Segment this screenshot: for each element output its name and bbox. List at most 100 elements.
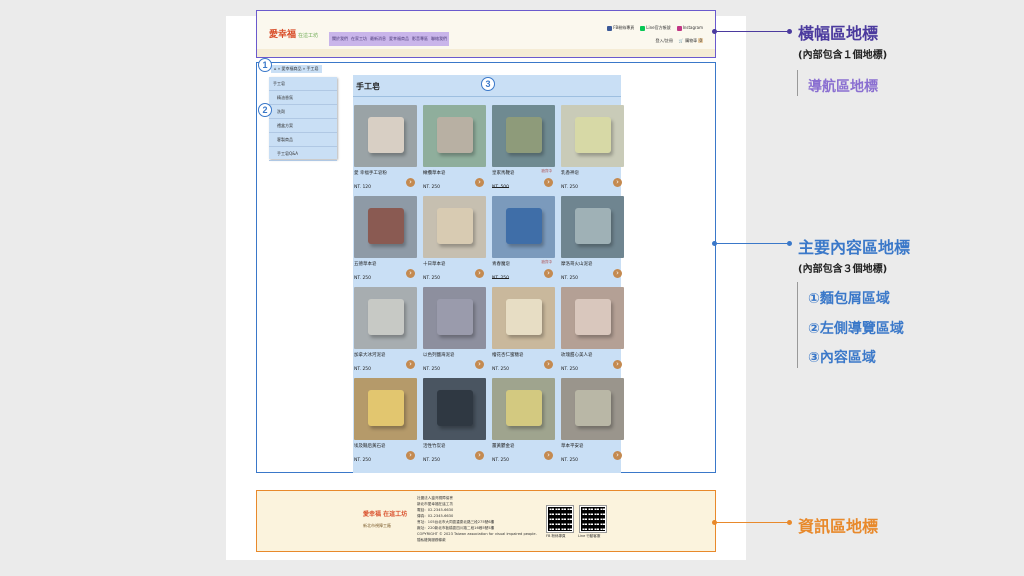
footer-logo-secondary: 新北市視障工廠: [363, 523, 391, 528]
product-card[interactable]: 草本平安皂 NT. 250 ›: [561, 378, 624, 468]
product-card[interactable]: 乳香神皂 NT. 250 ›: [561, 105, 624, 195]
add-to-cart-icon[interactable]: ›: [475, 178, 484, 187]
add-to-cart-icon[interactable]: ›: [613, 178, 622, 187]
footer-info-line[interactable]: 隱私權與服務條款: [417, 537, 537, 543]
social-link[interactable]: Line官方帳號: [640, 25, 671, 31]
menu-item[interactable]: 在家工坊: [351, 36, 367, 42]
add-to-cart-icon[interactable]: ›: [613, 451, 622, 460]
product-name[interactable]: 橄欖草本皂: [423, 170, 446, 176]
logo-sub: 在這工坊: [298, 33, 319, 39]
product-card[interactable]: 五德草本皂 NT. 250 ›: [354, 196, 417, 286]
product-name[interactable]: 皇家馬鞭皂: [492, 170, 515, 176]
add-to-cart-icon[interactable]: ›: [475, 269, 484, 278]
add-to-cart-icon[interactable]: ›: [475, 451, 484, 460]
product-price: NT. 250: [561, 185, 579, 190]
product-name[interactable]: 乳香神皂: [561, 170, 579, 176]
add-to-cart-icon[interactable]: ›: [544, 451, 553, 460]
add-to-cart-icon[interactable]: ›: [613, 360, 622, 369]
add-to-cart-icon[interactable]: ›: [406, 451, 415, 460]
product-card[interactable]: 橄欖草本皂 NT. 250 ›: [423, 105, 486, 195]
product-image[interactable]: [354, 378, 417, 440]
menu-item[interactable]: 聯絡我們: [431, 36, 447, 42]
product-image[interactable]: [423, 287, 486, 349]
product-name[interactable]: 玫瑰甜心美人皂: [561, 352, 593, 358]
product-card[interactable]: 埃及豔后黃石皂 NT. 250 ›: [354, 378, 417, 468]
product-card[interactable]: 檜花杏仁蜜糖皂 NT. 250 ›: [492, 287, 555, 377]
site-logo[interactable]: 愛幸福 在這工坊: [269, 27, 318, 40]
sidenav-item[interactable]: 手工皂Q&A: [269, 147, 337, 161]
product-image[interactable]: [492, 287, 555, 349]
product-image[interactable]: [423, 378, 486, 440]
add-to-cart-icon[interactable]: ›: [406, 360, 415, 369]
product-name[interactable]: 草本平安皂: [561, 443, 584, 449]
add-to-cart-icon[interactable]: ›: [544, 178, 553, 187]
product-image[interactable]: [561, 287, 624, 349]
social-link[interactable]: Instagram: [676, 25, 703, 31]
main-annotation-item-1: ①麵包屑區域: [808, 291, 890, 307]
menu-item[interactable]: 影音專區: [412, 36, 428, 42]
sidenav-item[interactable]: 洗劑: [269, 105, 337, 119]
sidenav-item[interactable]: 精油香氛: [269, 91, 337, 105]
footer-info: 社團法人臺灣視障協會 新北市愛幸福在這工坊 電話：02-2345-6630 傳真：02…: [417, 495, 537, 543]
login-link[interactable]: 登入/註冊: [656, 38, 673, 44]
product-name[interactable]: 活性竹炭皂: [423, 443, 446, 449]
product-image[interactable]: [561, 196, 624, 258]
main-connector: [716, 243, 790, 245]
social-link[interactable]: FB粉絲專頁: [607, 25, 634, 31]
breadcrumb[interactable]: ⌂ » 愛幸福商品 » 手工皂: [271, 65, 322, 73]
product-card[interactable]: 皇家馬鞭皂 缺貨中 NT. 500 ›: [492, 105, 555, 195]
product-image[interactable]: [492, 105, 555, 167]
product-image[interactable]: [423, 196, 486, 258]
banner-annotation-sub: (內部包含１個地標): [798, 50, 888, 61]
product-name[interactable]: 埃及豔后黃石皂: [354, 443, 386, 449]
product-image[interactable]: [354, 196, 417, 258]
product-grid: 愛 幸福手工皂粉 NT. 120 › 橄欖草本皂 NT. 250 › 皇家馬鞭皂 缺貨中 NT.…: [354, 105, 624, 468]
product-name[interactable]: 以色列鹽海泥皂: [423, 352, 455, 358]
product-image[interactable]: [561, 378, 624, 440]
product-card[interactable]: 活性竹炭皂 NT. 250 ›: [423, 378, 486, 468]
product-image[interactable]: [354, 287, 417, 349]
sidenav-item[interactable]: 手工皂: [269, 77, 337, 91]
product-image[interactable]: [354, 105, 417, 167]
menu-item[interactable]: 關於我們: [332, 36, 348, 42]
product-card[interactable]: 十日草本皂 NT. 250 ›: [423, 196, 486, 286]
add-to-cart-icon[interactable]: ›: [613, 269, 622, 278]
product-image[interactable]: [561, 105, 624, 167]
product-image[interactable]: [423, 105, 486, 167]
sidenav-item[interactable]: 禮盒方案: [269, 119, 337, 133]
product-price: NT. 250: [354, 276, 372, 281]
product-name[interactable]: 檜花杏仁蜜糖皂: [492, 352, 524, 358]
product-name[interactable]: 五德草本皂: [354, 261, 377, 267]
product-name[interactable]: 愛 幸福手工皂粉: [354, 170, 387, 176]
product-name[interactable]: 加拿大冰河泥皂: [354, 352, 386, 358]
product-name[interactable]: 薑黃鬱金皂: [492, 443, 515, 449]
menu-item[interactable]: 愛幸福商品: [389, 36, 409, 42]
product-price: NT. 120: [354, 185, 372, 190]
product-card[interactable]: 薑黃鬱金皂 NT. 250 ›: [492, 378, 555, 468]
product-image[interactable]: [492, 378, 555, 440]
product-name[interactable]: 摩洛哥火山泥皂: [561, 261, 593, 267]
product-card[interactable]: 以色列鹽海泥皂 NT. 250 ›: [423, 287, 486, 377]
soap-bar: [368, 208, 404, 244]
product-name[interactable]: 青春魔皂: [492, 261, 510, 267]
add-to-cart-icon[interactable]: ›: [475, 360, 484, 369]
product-card[interactable]: 青春魔皂 缺貨中 NT. 250 ›: [492, 196, 555, 286]
product-card[interactable]: 摩洛哥火山泥皂 NT. 250 ›: [561, 196, 624, 286]
cart-link[interactable]: 🛒 購物車 0: [679, 38, 703, 44]
banner-connector: [716, 31, 790, 33]
product-price: NT. 250: [492, 458, 510, 463]
add-to-cart-icon[interactable]: ›: [544, 360, 553, 369]
add-to-cart-icon[interactable]: ›: [406, 269, 415, 278]
product-price: NT. 250: [492, 276, 510, 281]
sidenav-item[interactable]: 客製商品: [269, 133, 337, 147]
add-to-cart-icon[interactable]: ›: [544, 269, 553, 278]
product-card[interactable]: 加拿大冰河泥皂 NT. 250 ›: [354, 287, 417, 377]
product-image[interactable]: [492, 196, 555, 258]
qr-label-line: Line 行動客服: [578, 534, 601, 538]
add-to-cart-icon[interactable]: ›: [406, 178, 415, 187]
qr-code-line: [579, 505, 607, 533]
product-name[interactable]: 十日草本皂: [423, 261, 446, 267]
product-card[interactable]: 愛 幸福手工皂粉 NT. 120 ›: [354, 105, 417, 195]
product-card[interactable]: 玫瑰甜心美人皂 NT. 250 ›: [561, 287, 624, 377]
menu-item[interactable]: 最新消息: [370, 36, 386, 42]
